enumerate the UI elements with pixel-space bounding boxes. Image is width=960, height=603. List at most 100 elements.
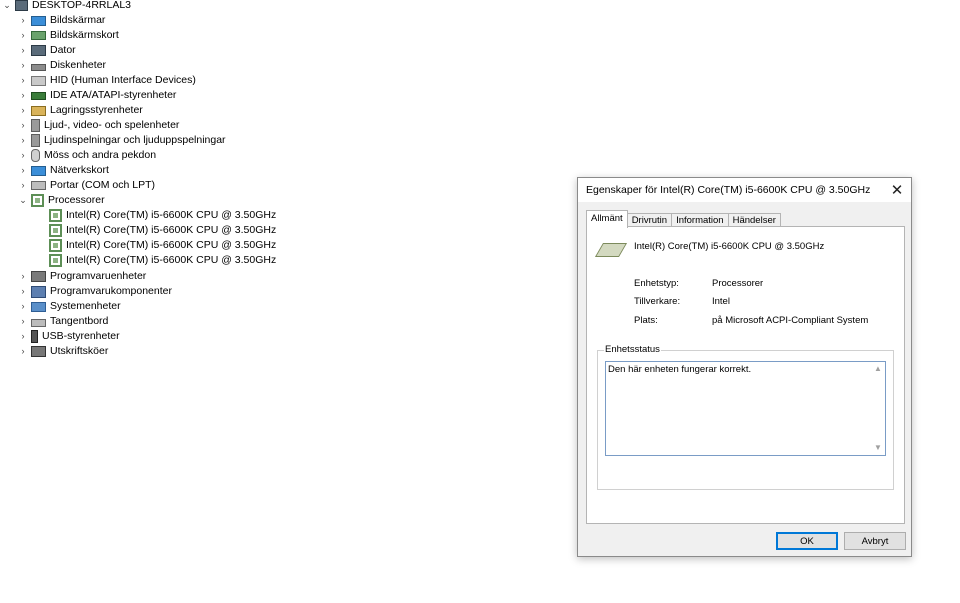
tree-item-label: Lagringsstyrenheter bbox=[50, 104, 143, 116]
chevron-down-icon[interactable]: ⌄ bbox=[2, 0, 12, 13]
device-name: Intel(R) Core(TM) i5-6600K CPU @ 3.50GHz bbox=[634, 241, 825, 252]
device-status-text: Den här enheten fungerar korrekt. bbox=[608, 364, 752, 375]
tree-item-portar[interactable]: › Portar (COM och LPT) bbox=[18, 178, 156, 193]
tree-item-label: Tangentbord bbox=[50, 315, 109, 327]
tree-item-label: Programvarukomponenter bbox=[50, 285, 172, 297]
chevron-right-icon[interactable]: › bbox=[18, 103, 28, 118]
dialog-titlebar[interactable]: Egenskaper för Intel(R) Core(TM) i5-6600… bbox=[578, 178, 911, 202]
chevron-right-icon[interactable]: › bbox=[18, 299, 28, 314]
chevron-right-icon[interactable]: › bbox=[18, 269, 28, 284]
tree-root-label: DESKTOP-4RRLAL3 bbox=[32, 0, 132, 11]
tree-item-label: Systemenheter bbox=[50, 300, 121, 312]
device-status-group: Enhetsstatus Den här enheten fungerar ko… bbox=[597, 344, 894, 490]
device-status-title: Enhetsstatus bbox=[604, 344, 661, 356]
tree-item-bildskarmskort[interactable]: › Bildskärmskort bbox=[18, 28, 119, 43]
tree-item-cpu-0[interactable]: Intel(R) Core(TM) i5-6600K CPU @ 3.50GHz bbox=[46, 208, 276, 223]
tree-item-label: Bildskärmar bbox=[50, 14, 106, 26]
tree-item-moss[interactable]: › Möss och andra pekdon bbox=[18, 148, 156, 163]
display-adapter-icon bbox=[31, 31, 46, 40]
computer-icon bbox=[31, 45, 46, 56]
chevron-right-icon[interactable]: › bbox=[18, 329, 28, 344]
chevron-right-icon[interactable]: › bbox=[18, 43, 28, 58]
tree-item-tangentbord[interactable]: › Tangentbord bbox=[18, 314, 108, 329]
tree-item-hid[interactable]: › HID (Human Interface Devices) bbox=[18, 73, 196, 88]
printer-icon bbox=[31, 346, 46, 357]
tab-allmant[interactable]: Allmänt bbox=[586, 210, 628, 228]
tree-item-label: Intel(R) Core(TM) i5-6600K CPU @ 3.50GHz bbox=[66, 239, 277, 251]
storage-controller-icon bbox=[31, 105, 46, 116]
chevron-right-icon[interactable]: › bbox=[18, 58, 28, 73]
tree-item-diskenheter[interactable]: › Diskenheter bbox=[18, 58, 106, 73]
chevron-right-icon[interactable]: › bbox=[18, 73, 28, 88]
dialog-title: Egenskaper för Intel(R) Core(TM) i5-6600… bbox=[586, 184, 871, 196]
tree-item-ide[interactable]: › IDE ATA/ATAPI-styrenheter bbox=[18, 88, 177, 103]
tree-item-dator[interactable]: › Dator bbox=[18, 43, 76, 58]
tree-item-bildskarmar[interactable]: › Bildskärmar bbox=[18, 13, 105, 28]
tree-item-systemenheter[interactable]: › Systemenheter bbox=[18, 299, 121, 314]
tree-item-utskriftskoer[interactable]: › Utskriftsköer bbox=[18, 344, 108, 359]
tree-item-label: Programvaruenheter bbox=[50, 270, 147, 282]
tree-item-label: Intel(R) Core(TM) i5-6600K CPU @ 3.50GHz bbox=[66, 224, 277, 236]
chevron-right-icon[interactable]: › bbox=[18, 178, 28, 193]
tree-item-ljudinspelningar[interactable]: › Ljudinspelningar och ljuduppspelningar bbox=[18, 133, 226, 148]
tree-item-programvarukomponenter[interactable]: › Programvarukomponenter bbox=[18, 284, 172, 299]
tree-item-programvaruenheter[interactable]: › Programvaruenheter bbox=[18, 269, 146, 284]
tree-root[interactable]: ⌄ DESKTOP-4RRLAL3 bbox=[2, 0, 131, 13]
cancel-button[interactable]: Avbryt bbox=[844, 532, 906, 550]
tree-item-lagring[interactable]: › Lagringsstyrenheter bbox=[18, 103, 143, 118]
tree-item-label: Nätverkskort bbox=[50, 164, 109, 176]
device-status-textbox[interactable]: Den här enheten fungerar korrekt. ▲ ▼ bbox=[605, 361, 886, 456]
chevron-right-icon[interactable]: › bbox=[18, 148, 28, 163]
disk-drive-icon bbox=[31, 64, 46, 71]
processor-icon bbox=[49, 224, 62, 237]
general-tab-panel: Intel(R) Core(TM) i5-6600K CPU @ 3.50GHz… bbox=[586, 226, 905, 524]
tree-item-cpu-2[interactable]: Intel(R) Core(TM) i5-6600K CPU @ 3.50GHz bbox=[46, 238, 276, 253]
tree-item-processorer[interactable]: ⌄ Processorer bbox=[18, 193, 105, 208]
tree-item-label: Möss och andra pekdon bbox=[44, 149, 157, 161]
tree-item-label: Dator bbox=[50, 44, 76, 56]
tree-item-cpu-1[interactable]: Intel(R) Core(TM) i5-6600K CPU @ 3.50GHz bbox=[46, 223, 276, 238]
chevron-down-icon[interactable]: ⌄ bbox=[18, 193, 28, 208]
close-icon[interactable]: ✕ bbox=[883, 178, 911, 202]
chevron-right-icon[interactable]: › bbox=[18, 314, 28, 329]
manufacturer-label: Tillverkare: bbox=[634, 296, 681, 307]
tree-item-label: Portar (COM och LPT) bbox=[50, 179, 156, 191]
speaker-icon bbox=[31, 119, 40, 132]
tree-item-label: Intel(R) Core(TM) i5-6600K CPU @ 3.50GHz bbox=[66, 209, 277, 221]
hid-icon bbox=[31, 75, 46, 86]
tree-item-usb[interactable]: › USB-styrenheter bbox=[18, 329, 120, 344]
processor-icon bbox=[49, 239, 62, 252]
usb-icon bbox=[31, 330, 38, 343]
processor-icon bbox=[49, 209, 62, 222]
chevron-right-icon[interactable]: › bbox=[18, 344, 28, 359]
tree-item-label: Intel(R) Core(TM) i5-6600K CPU @ 3.50GHz bbox=[66, 254, 277, 266]
chevron-right-icon[interactable]: › bbox=[18, 88, 28, 103]
port-icon bbox=[31, 181, 46, 190]
ide-controller-icon bbox=[31, 91, 46, 100]
tree-item-label: Bildskärmskort bbox=[50, 29, 119, 41]
tree-item-cpu-3[interactable]: Intel(R) Core(TM) i5-6600K CPU @ 3.50GHz bbox=[46, 253, 276, 268]
chevron-right-icon[interactable]: › bbox=[18, 13, 28, 28]
processor-icon bbox=[49, 254, 62, 267]
chevron-right-icon[interactable]: › bbox=[18, 28, 28, 43]
tree-item-label: Utskriftsköer bbox=[50, 345, 109, 357]
keyboard-icon bbox=[31, 319, 46, 327]
tree-item-label: USB-styrenheter bbox=[42, 330, 120, 342]
tree-item-ljud-video[interactable]: › Ljud-, video- och spelenheter bbox=[18, 118, 179, 133]
chevron-right-icon[interactable]: › bbox=[18, 118, 28, 133]
tree-item-label: Processorer bbox=[48, 194, 105, 206]
chevron-right-icon[interactable]: › bbox=[18, 163, 28, 178]
device-type-label: Enhetstyp: bbox=[634, 278, 679, 289]
chevron-right-icon[interactable]: › bbox=[18, 133, 28, 148]
location-value: på Microsoft ACPI-Compliant System bbox=[712, 315, 869, 326]
tree-item-natverkskort[interactable]: › Nätverkskort bbox=[18, 163, 109, 178]
monitor-icon bbox=[31, 16, 46, 26]
network-adapter-icon bbox=[31, 165, 46, 176]
tree-item-label: Ljud-, video- och spelenheter bbox=[44, 119, 180, 131]
tree-item-label: Diskenheter bbox=[50, 59, 107, 71]
scroll-down-icon[interactable]: ▼ bbox=[873, 443, 883, 453]
ok-button[interactable]: OK bbox=[776, 532, 838, 550]
chevron-right-icon[interactable]: › bbox=[18, 284, 28, 299]
scroll-up-icon[interactable]: ▲ bbox=[873, 364, 883, 374]
manufacturer-value: Intel bbox=[712, 296, 730, 307]
